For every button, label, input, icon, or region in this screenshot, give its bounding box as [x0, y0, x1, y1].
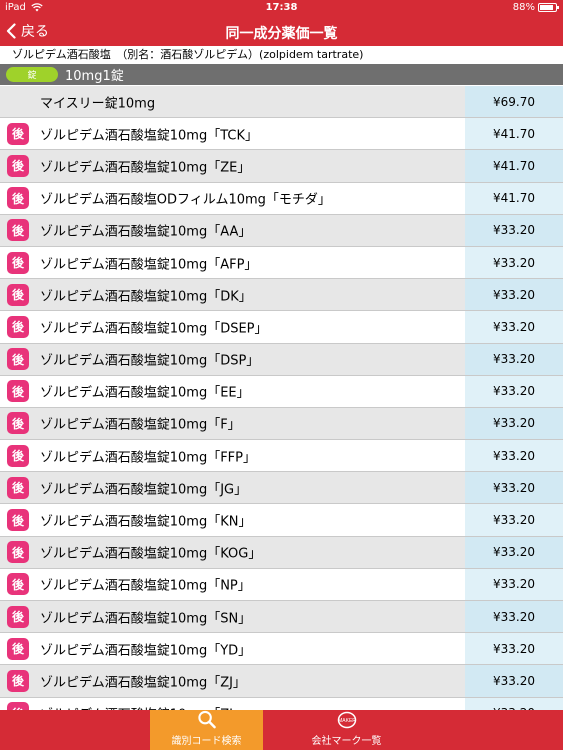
- generic-badge: 後: [7, 669, 29, 692]
- tab-identification-code-search[interactable]: 識別コード検索: [150, 710, 263, 750]
- magnifier-icon: [197, 710, 216, 729]
- dose-label: 10mg1錠: [65, 69, 124, 84]
- drug-price: ¥33.20: [465, 279, 563, 311]
- tab-maker-label: 会社マーク一覧: [311, 736, 382, 747]
- generic-badge: 後: [7, 605, 29, 628]
- tab-company-marks[interactable]: MAKER 会社マーク一覧: [290, 710, 403, 750]
- list-item[interactable]: 後ゾルピデム酒石酸塩錠10mg「ZJ」 ¥33.20: [0, 665, 563, 698]
- generic-badge: 後: [7, 637, 29, 660]
- generic-badge: 後: [7, 444, 29, 467]
- drug-name: ゾルピデム酒石酸塩錠10mg「SN」: [40, 611, 252, 627]
- drug-price: ¥33.20: [465, 375, 563, 407]
- clock: 17:38: [265, 2, 298, 13]
- generic-badge: 後: [7, 476, 29, 499]
- drug-name: ゾルピデム酒石酸塩錠10mg「ZJ」: [40, 675, 246, 691]
- drug-price-list[interactable]: マイスリー錠10mg ¥69.70 後ゾルピデム酒石酸塩錠10mg「TCK」 ¥41.…: [0, 86, 563, 710]
- list-item[interactable]: 後ゾルピデム酒石酸塩錠10mg「FFP」 ¥33.20: [0, 440, 563, 473]
- generic-badge: 後: [7, 315, 29, 338]
- generic-badge: 後: [7, 509, 29, 532]
- generic-badge: 後: [7, 154, 29, 177]
- drug-price: ¥41.70: [465, 150, 563, 182]
- battery-percent: 88%: [512, 2, 535, 13]
- list-item[interactable]: 後ゾルピデム酒石酸塩錠10mg「ZJ」¥33.20: [0, 697, 563, 710]
- generic-badge: 後: [7, 187, 29, 210]
- generic-badge: 後: [7, 541, 29, 564]
- tab-bar: 識別コード検索 MAKER 会社マーク一覧: [0, 710, 563, 750]
- drug-name: ゾルピデム酒石酸塩錠10mg「F」: [40, 417, 241, 433]
- list-item[interactable]: 後ゾルピデム酒石酸塩錠10mg「JG」 ¥33.20: [0, 472, 563, 505]
- drug-name: ゾルピデム酒石酸塩錠10mg「DK」: [40, 289, 252, 305]
- generic-badge: 後: [7, 380, 29, 403]
- drug-name: ゾルピデム酒石酸塩錠10mg「AFP」: [40, 257, 258, 273]
- list-item[interactable]: 後ゾルピデム酒石酸塩錠10mg「KOG」 ¥33.20: [0, 536, 563, 569]
- list-item[interactable]: 後ゾルピデム酒石酸塩錠10mg「DSEP」 ¥33.20: [0, 311, 563, 344]
- drug-price: ¥33.20: [465, 407, 563, 440]
- generic-badge: 後: [7, 573, 29, 596]
- drug-price: ¥33.20: [465, 601, 563, 633]
- drug-price: ¥33.20: [465, 343, 563, 375]
- drug-name: ゾルピデム酒石酸塩錠10mg「KOG」: [40, 546, 262, 562]
- list-item[interactable]: 後ゾルピデム酒石酸塩錠10mg「DK」 ¥33.20: [0, 279, 563, 312]
- list-item[interactable]: 後ゾルピデム酒石酸塩錠10mg「F」 ¥33.20: [0, 407, 563, 441]
- drug-price: ¥33.20: [465, 440, 563, 472]
- list-item[interactable]: 後ゾルピデム酒石酸塩錠10mg「TCK」 ¥41.70: [0, 118, 563, 151]
- drug-name: ゾルピデム酒石酸塩錠10mg「KN」: [40, 514, 252, 530]
- generic-badge: 後: [7, 122, 29, 145]
- list-item[interactable]: 後ゾルピデム酒石酸塩錠10mg「AA」 ¥33.20: [0, 214, 563, 247]
- drug-price: ¥41.70: [465, 118, 563, 150]
- drug-price: ¥33.20: [465, 246, 563, 279]
- list-item[interactable]: 後ゾルピデム酒石酸塩錠10mg「AFP」 ¥33.20: [0, 246, 563, 280]
- list-item[interactable]: 後ゾルピデム酒石酸塩錠10mg「NP」 ¥33.20: [0, 568, 563, 601]
- list-item[interactable]: 後ゾルピデム酒石酸塩錠10mg「YD」 ¥33.20: [0, 633, 563, 666]
- battery-fill: [540, 5, 553, 10]
- list-item[interactable]: 後ゾルピデム酒石酸塩錠10mg「SN」 ¥33.20: [0, 601, 563, 634]
- drug-price: ¥33.20: [465, 214, 563, 246]
- drug-price: ¥69.70: [465, 86, 563, 118]
- drug-price: ¥33.20: [465, 665, 563, 697]
- list-item[interactable]: 後ゾルピデム酒石酸塩錠10mg「DSP」 ¥33.20: [0, 343, 563, 376]
- company-mark-icon-text: MAKER: [338, 718, 356, 724]
- generic-badge: 後: [7, 283, 29, 306]
- drug-price: ¥33.20: [465, 311, 563, 343]
- list-item[interactable]: 後ゾルピデム酒石酸塩錠10mg「ZE」 ¥41.70: [0, 150, 563, 183]
- drug-price: ¥33.20: [465, 472, 563, 504]
- drug-name: マイスリー錠10mg: [40, 96, 156, 112]
- drug-name: ゾルピデム酒石酸塩錠10mg「EE」: [40, 385, 250, 401]
- generic-badge: 後: [7, 251, 29, 274]
- drug-name: ゾルピデム酒石酸塩錠10mg「FFP」: [40, 450, 256, 466]
- drug-price: ¥33.20: [465, 568, 563, 600]
- dose-section-header: 錠 10mg1錠: [0, 64, 563, 85]
- drug-name: ゾルピデム酒石酸塩錠10mg「DSEP」: [40, 321, 268, 337]
- drug-name: ゾルピデム酒石酸塩錠10mg「NP」: [40, 578, 251, 594]
- generic-badge: 後: [7, 412, 29, 435]
- drug-name: ゾルピデム酒石酸塩錠10mg「ZE」: [40, 160, 251, 176]
- drug-price: ¥33.20: [465, 536, 563, 568]
- drug-price: ¥33.20: [465, 633, 563, 665]
- page-title: 同一成分薬価一覧: [225, 26, 338, 42]
- drug-name: ゾルピデム酒石酸塩錠10mg「TCK」: [40, 128, 258, 144]
- status-bar: iPad 17:38 88%: [0, 0, 563, 16]
- drug-name: ゾルピデム酒石酸塩錠10mg「AA」: [40, 224, 252, 240]
- generic-badge: 後: [7, 348, 29, 371]
- drug-name: ゾルピデム酒石酸塩錠10mg「DSP」: [40, 353, 260, 369]
- list-item[interactable]: マイスリー錠10mg ¥69.70: [0, 86, 563, 119]
- drug-price: ¥41.70: [465, 182, 563, 214]
- navigation-bar: 戻る 同一成分薬価一覧: [0, 16, 563, 46]
- tab-search-label: 識別コード検索: [171, 736, 242, 747]
- ingredient-header: ゾルピデム酒石酸塩 （別名：酒石酸ゾルピデム）(zolpidem tartrat…: [0, 46, 563, 64]
- dosage-form-pill: 錠: [6, 67, 58, 82]
- generic-badge: 後: [7, 219, 29, 242]
- battery-icon: [538, 3, 559, 12]
- drug-name: ゾルピデム酒石酸塩錠10mg「YD」: [40, 643, 252, 659]
- list-item[interactable]: 後ゾルピデム酒石酸塩ODフィルム10mg「モチダ」 ¥41.70: [0, 182, 563, 215]
- drug-name: ゾルピデム酒石酸塩錠10mg「JG」: [40, 482, 248, 498]
- drug-name: ゾルピデム酒石酸塩ODフィルム10mg「モチダ」: [40, 192, 331, 208]
- company-mark-icon: MAKER: [337, 711, 356, 729]
- list-item[interactable]: 後ゾルピデム酒石酸塩錠10mg「EE」 ¥33.20: [0, 375, 563, 408]
- list-item[interactable]: 後ゾルピデム酒石酸塩錠10mg「KN」 ¥33.20: [0, 504, 563, 537]
- drug-price: ¥33.20: [465, 504, 563, 536]
- generic-badge: 後: [7, 702, 29, 710]
- drug-price: ¥33.20: [465, 697, 563, 710]
